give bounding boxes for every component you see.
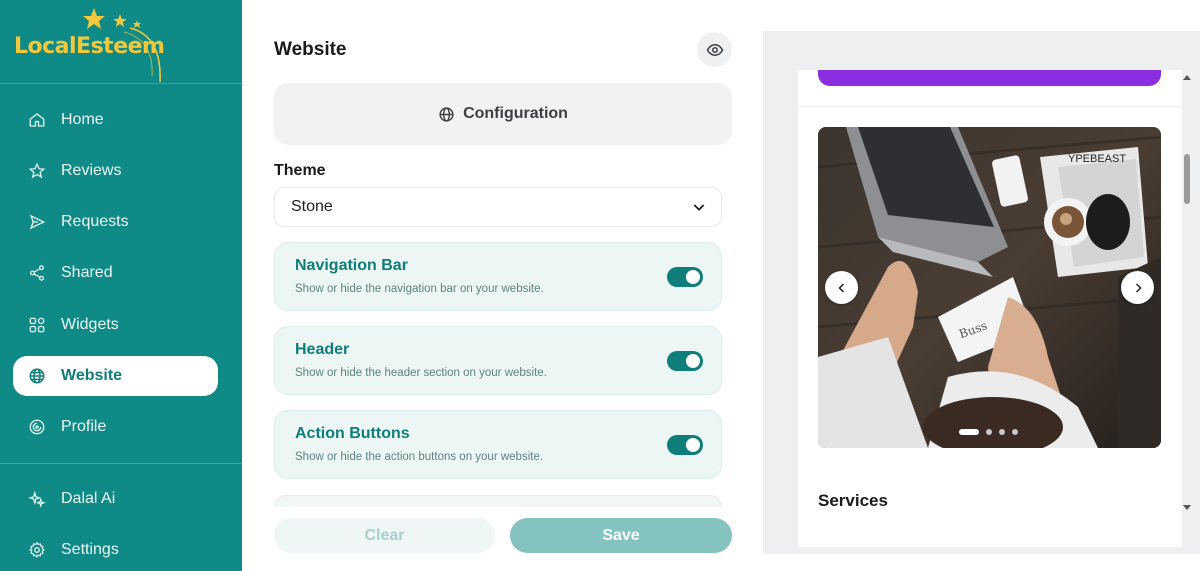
sidebar-item-shared[interactable]: Shared: [13, 253, 218, 293]
desk-photo-image: YPEBEAST Buss: [818, 127, 1161, 448]
chevron-left-icon: [837, 282, 844, 293]
chevron-down-icon: [693, 204, 705, 211]
sidebar-divider: [0, 83, 242, 84]
sidebar-item-label: Dalal Ai: [61, 490, 116, 507]
globe-icon: [439, 106, 454, 122]
widgets-icon: [27, 315, 47, 335]
option-action-buttons: Action Buttons Show or hide the action b…: [274, 410, 722, 479]
sidebar-item-reviews[interactable]: Reviews: [13, 151, 218, 191]
gear-icon: [27, 540, 47, 560]
home-icon: [27, 110, 47, 130]
option-title: Navigation Bar: [295, 257, 408, 274]
sidebar-item-label: Shared: [61, 264, 113, 281]
sidebar-item-settings[interactable]: Settings: [13, 530, 218, 570]
clear-button[interactable]: Clear: [274, 518, 495, 553]
toggle-knob: [686, 438, 700, 452]
theme-label: Theme: [274, 162, 326, 179]
carousel-prev-button[interactable]: [825, 271, 858, 304]
toggle-knob: [686, 270, 700, 284]
option-header: Header Show or hide the header section o…: [274, 326, 722, 395]
sidebar-item-home[interactable]: Home: [13, 100, 218, 140]
chevron-right-icon: [1135, 282, 1142, 293]
sidebar-item-label: Reviews: [61, 162, 122, 179]
logo[interactable]: LocalEsteem: [12, 6, 172, 84]
globe-icon: [27, 366, 47, 386]
website-config-panel: Website Configuration Theme Stone Naviga…: [242, 0, 763, 571]
scroll-thumb[interactable]: [1184, 154, 1190, 204]
sidebar-item-label: Requests: [61, 213, 129, 230]
preview-divider: [798, 106, 1182, 107]
option-card-partial: [274, 495, 722, 507]
svg-text:YPEBEAST: YPEBEAST: [1068, 153, 1126, 165]
option-description: Show or hide the navigation bar on your …: [295, 283, 544, 295]
website-preview: YPEBEAST Buss Services: [763, 31, 1200, 554]
sidebar-item-requests[interactable]: Requests: [13, 202, 218, 242]
sidebar: LocalEsteem Home Reviews Requests Shared…: [0, 0, 242, 571]
carousel-dot[interactable]: [999, 429, 1005, 435]
sidebar-item-label: Profile: [61, 418, 107, 435]
theme-select[interactable]: Stone: [274, 187, 722, 227]
logo-text: LocalEsteem: [14, 34, 165, 59]
sidebar-item-dalal-ai[interactable]: Dalal Ai: [13, 479, 218, 519]
scroll-up-icon: [1183, 75, 1191, 80]
option-navigation-bar: Navigation Bar Show or hide the navigati…: [274, 242, 722, 311]
preview-frame[interactable]: YPEBEAST Buss Services: [798, 70, 1182, 547]
preview-section-title: Services: [818, 491, 888, 510]
carousel-next-button[interactable]: [1121, 271, 1154, 304]
carousel-dot[interactable]: [1012, 429, 1018, 435]
share-icon: [27, 263, 47, 283]
sidebar-divider: [0, 463, 242, 464]
star-icon: [27, 161, 47, 181]
save-button[interactable]: Save: [510, 518, 732, 553]
option-title: Header: [295, 341, 350, 358]
configuration-label: Configuration: [463, 105, 568, 122]
option-description: Show or hide the header section on your …: [295, 367, 547, 379]
sparkle-icon: [27, 489, 47, 509]
sidebar-item-label: Home: [61, 111, 104, 128]
eye-icon: [706, 43, 723, 56]
image-carousel: YPEBEAST Buss: [818, 127, 1161, 448]
sidebar-item-widgets[interactable]: Widgets: [13, 305, 218, 345]
app-window: LocalEsteem Home Reviews Requests Shared…: [0, 0, 1200, 571]
send-icon: [27, 212, 47, 232]
navigation-bar-toggle[interactable]: [667, 267, 703, 287]
toggle-knob: [686, 354, 700, 368]
target-icon: [27, 417, 47, 437]
header-toggle[interactable]: [667, 351, 703, 371]
sidebar-item-profile[interactable]: Profile: [13, 407, 218, 447]
configuration-tab[interactable]: Configuration: [274, 83, 732, 145]
carousel-indicators: [959, 429, 1018, 435]
sidebar-item-label: Settings: [61, 541, 119, 558]
preview-accent-bar: [818, 70, 1161, 86]
carousel-dot[interactable]: [959, 429, 979, 435]
sidebar-item-label: Widgets: [61, 316, 119, 333]
action-buttons-toggle[interactable]: [667, 435, 703, 455]
sidebar-item-website[interactable]: Website: [13, 356, 218, 396]
preview-toggle-button[interactable]: [697, 32, 732, 67]
theme-select-value: Stone: [291, 198, 333, 215]
option-description: Show or hide the action buttons on your …: [295, 451, 544, 463]
page-title: Website: [274, 39, 347, 60]
carousel-dot[interactable]: [986, 429, 992, 435]
scroll-down-icon: [1183, 505, 1191, 510]
preview-scrollbar[interactable]: [1179, 70, 1195, 516]
sidebar-item-label: Website: [61, 367, 123, 384]
option-title: Action Buttons: [295, 425, 410, 442]
